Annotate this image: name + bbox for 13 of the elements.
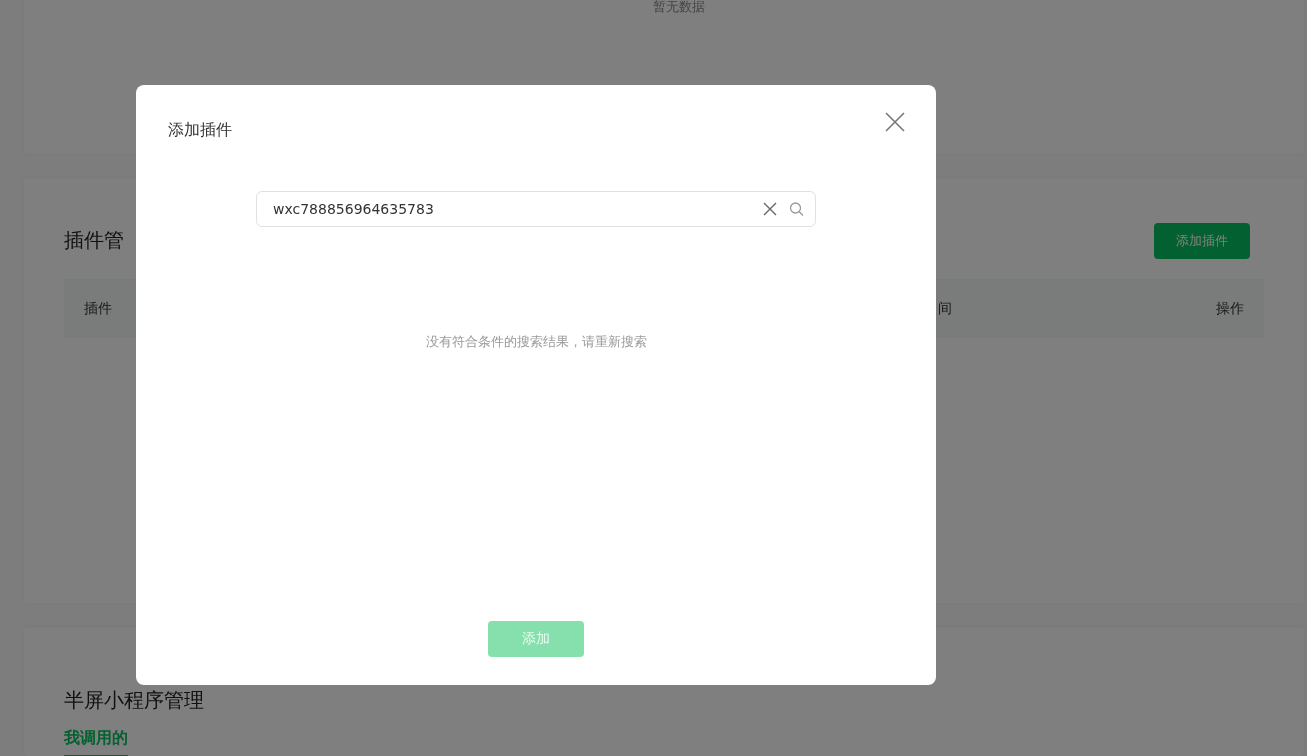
column-header: 操作 — [1216, 299, 1244, 318]
dialog-title: 添加插件 — [168, 120, 232, 141]
clear-icon[interactable] — [763, 202, 777, 216]
section-title: 半屏小程序管理 — [64, 687, 205, 714]
empty-message: 没有符合条件的搜索结果，请重新搜索 — [425, 333, 647, 351]
column-header: 间 — [938, 299, 953, 318]
close-icon[interactable] — [884, 111, 906, 133]
section-title: 插件管 — [64, 227, 124, 254]
tab[interactable]: 我调用的 — [64, 728, 128, 756]
search-field[interactable]: wxc788856964635783 — [256, 191, 816, 227]
column-header: 插件 — [84, 299, 113, 318]
add-plugin-button[interactable]: 添加插件 — [1154, 222, 1250, 259]
search-icon[interactable] — [789, 201, 804, 217]
